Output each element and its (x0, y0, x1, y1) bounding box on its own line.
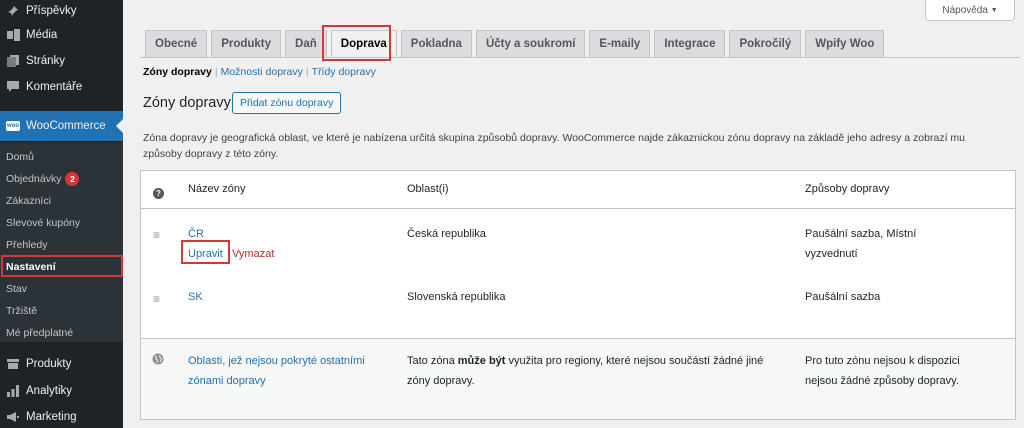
tab-emails[interactable]: E-maily (589, 30, 651, 57)
menu-label: Stránky (26, 55, 65, 67)
zone-name-link[interactable]: ČR (188, 224, 204, 244)
megaphone-icon (6, 410, 20, 424)
menu-label: Příspěvky (26, 5, 77, 17)
zone-region: Slovenská republika (407, 291, 506, 303)
tab-advanced[interactable]: Pokročilý (729, 30, 802, 57)
column-header-methods: Způsoby dopravy (805, 183, 890, 195)
rest-zone-region: Tato zóna může být využita pro regiony, … (407, 355, 764, 367)
header-divider (141, 208, 1015, 209)
menu-item-products[interactable]: Produkty (0, 353, 123, 375)
active-arrow (116, 119, 123, 133)
subnav-classes-link[interactable]: Třídy dopravy (312, 66, 376, 78)
admin-sidebar: Příspěvky Média Stránky Komentáře woo Wo… (0, 0, 123, 428)
menu-item-marketing[interactable]: Marketing (0, 406, 123, 428)
menu-label: WooCommerce (26, 120, 106, 132)
tab-tax[interactable]: Daň (285, 30, 327, 57)
tab-general[interactable]: Obecné (145, 30, 208, 57)
submenu-item-orders[interactable]: Objednávky 2 (0, 169, 123, 189)
page-title: Zóny dopravy (143, 95, 231, 111)
tabs-divider (140, 57, 1020, 58)
help-icon[interactable]: ? (153, 188, 164, 199)
tab-shipping[interactable]: Doprava (330, 30, 397, 57)
add-shipping-zone-button[interactable]: Přidat zónu dopravy (232, 92, 342, 114)
orders-count-badge: 2 (65, 172, 80, 186)
menu-label: Média (26, 29, 58, 41)
chevron-down-icon: ▼ (990, 6, 998, 14)
drag-handle-icon[interactable]: ≡ (153, 293, 165, 305)
menu-label: Komentáře (26, 81, 83, 93)
menu-item-media[interactable]: Média (0, 24, 123, 46)
submenu-item-home[interactable]: Domů (0, 147, 123, 167)
zone-delete-link[interactable]: Vymazat (232, 244, 274, 264)
shipping-zones-table: ? Název zóny Oblast(i) Způsoby dopravy ≡… (140, 170, 1016, 420)
subnav-options-link[interactable]: Možnosti dopravy (221, 66, 303, 78)
products-icon (6, 357, 20, 371)
submenu-item-coupons[interactable]: Slevové kupóny (0, 213, 123, 233)
tab-wpify-woo[interactable]: Wpify Woo (805, 30, 885, 57)
woocommerce-icon: woo (6, 121, 20, 131)
tab-integration[interactable]: Integrace (654, 30, 726, 57)
submenu-item-subscriptions[interactable]: Mé předplatné (0, 323, 123, 343)
pin-icon (6, 4, 20, 18)
settings-tabs: Obecné Produkty Daň Doprava Pokladna Účt… (145, 30, 888, 57)
menu-item-posts[interactable]: Příspěvky (0, 0, 123, 22)
zone-region: Česká republika (407, 228, 486, 240)
column-header-name: Název zóny (188, 183, 246, 195)
rest-zone-link-cont[interactable]: zónami dopravy (188, 371, 266, 391)
tab-accounts-privacy[interactable]: Účty a soukromí (475, 30, 586, 57)
rest-zone-methods: Pro tuto zónu nejsou k dispozici (805, 355, 960, 367)
page-description: Zóna dopravy je geografická oblast, ve k… (143, 132, 965, 160)
submenu-item-reports[interactable]: Přehledy (0, 235, 123, 255)
menu-item-analytics[interactable]: Analytiky (0, 380, 123, 402)
menu-label: Analytiky (26, 385, 73, 397)
zone-methods: Paušální sazba, Místní (805, 228, 917, 240)
menu-label: Produkty (26, 358, 72, 370)
menu-item-pages[interactable]: Stránky (0, 50, 123, 72)
submenu-item-customers[interactable]: Zákazníci (0, 191, 123, 211)
zone-methods: Paušální sazba (805, 291, 881, 303)
comments-icon (6, 80, 20, 94)
media-icon (6, 28, 20, 42)
woocommerce-submenu: Domů Objednávky 2 Zákazníci Slevové kupón… (0, 142, 123, 342)
menu-item-woocommerce[interactable]: woo WooCommerce (0, 111, 123, 141)
zone-name-link[interactable]: SK (188, 287, 203, 307)
pages-icon (6, 54, 20, 68)
menu-item-comments[interactable]: Komentáře (0, 76, 123, 98)
drag-handle-icon[interactable]: ≡ (153, 229, 165, 241)
analytics-icon (6, 384, 20, 398)
subnav-zones[interactable]: Zóny dopravy (143, 66, 212, 78)
zone-edit-link[interactable]: Upravit (188, 244, 223, 264)
rest-zone-region-cont: zóny dopravy. (407, 375, 475, 387)
globe-icon (152, 353, 164, 365)
zone-methods-cont: vyzvednutí (805, 248, 858, 260)
rest-zone-link[interactable]: Oblasti, jež nejsou pokryté ostatními (188, 351, 365, 371)
menu-label: Marketing (26, 411, 77, 423)
tab-products[interactable]: Produkty (211, 30, 282, 57)
submenu-item-marketplace[interactable]: Tržiště (0, 301, 123, 321)
help-button[interactable]: Nápověda ▼ (925, 0, 1015, 21)
shipping-subnav: Zóny dopravy | Možnosti dopravy | Třídy … (143, 66, 376, 78)
submenu-item-status[interactable]: Stav (0, 279, 123, 299)
tab-checkout[interactable]: Pokladna (400, 30, 472, 57)
column-header-region: Oblast(i) (407, 183, 449, 195)
rest-zone-methods-cont: nejsou žádné způsoby dopravy. (805, 375, 959, 387)
submenu-item-settings[interactable]: Nastavení (0, 257, 123, 277)
